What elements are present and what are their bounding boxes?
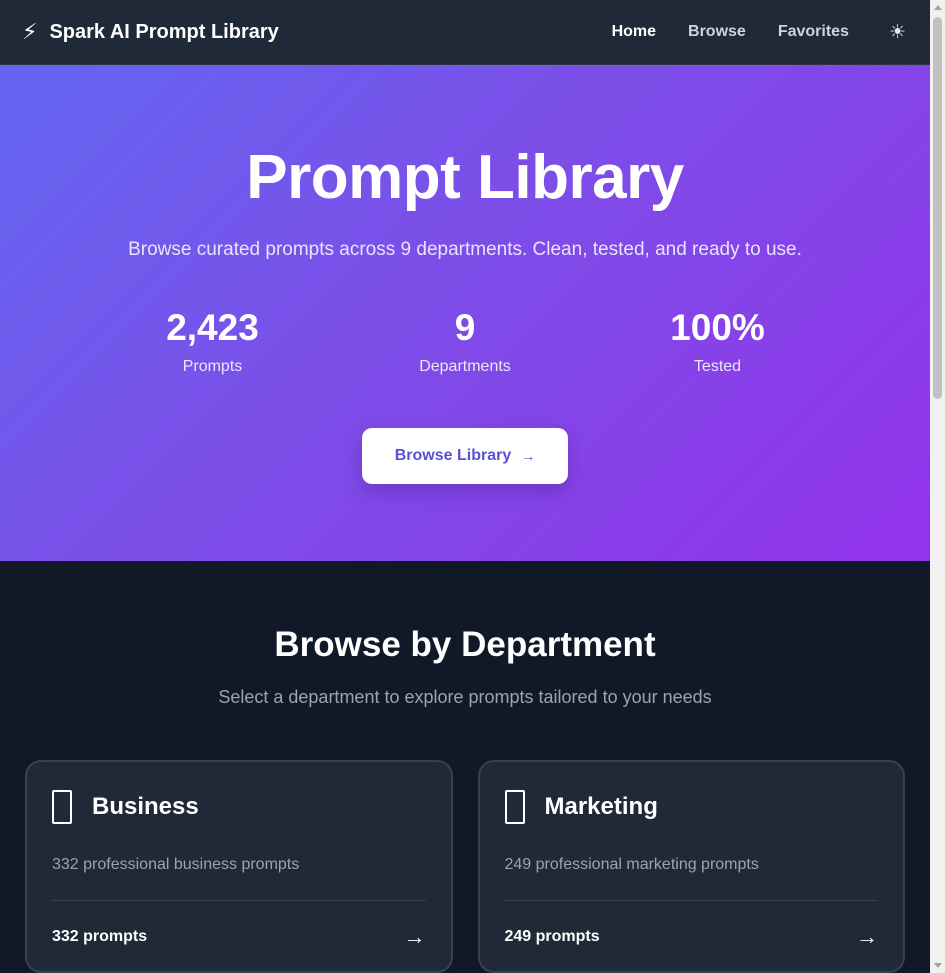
scrollbar-thumb[interactable]	[933, 17, 942, 399]
department-card-marketing[interactable]: Marketing 249 professional marketing pro…	[477, 760, 905, 973]
card-footer: 332 prompts →	[52, 924, 426, 950]
megaphone-icon	[504, 790, 525, 824]
card-title: Business	[92, 793, 199, 820]
hero-section: Prompt Library Browse curated prompts ac…	[0, 65, 930, 561]
card-footer: 249 prompts →	[505, 924, 879, 950]
browse-library-label: Browse Library	[394, 447, 512, 464]
card-description: 332 professional business prompts	[52, 856, 300, 873]
hero-title: Prompt Library	[246, 143, 684, 212]
briefcase-icon	[52, 790, 72, 824]
card-divider	[504, 900, 878, 901]
arrow-right-icon: →	[856, 924, 878, 949]
nav-link-favorites[interactable]: Favorites	[778, 23, 849, 41]
stat-value: 9	[454, 307, 476, 348]
theme-toggle-sun-icon[interactable]: ☀	[889, 23, 906, 42]
scroll-up-icon[interactable]	[934, 5, 942, 10]
stats-row: 2,423 Prompts 9 Departments 100% Tested	[113, 309, 818, 376]
top-nav: ⚡ Spark AI Prompt Library Home Browse Fa…	[0, 0, 930, 65]
arrow-right-icon: →	[403, 924, 426, 949]
departments-subtitle: Select a department to explore prompts t…	[218, 687, 712, 707]
card-header: Business	[52, 790, 426, 824]
stat-label: Tested	[693, 358, 742, 375]
departments-section: Browse by Department Select a department…	[0, 561, 930, 973]
nav-link-browse[interactable]: Browse	[688, 23, 746, 41]
stat-prompts: 2,423 Prompts	[113, 309, 313, 376]
department-card-business[interactable]: Business 332 professional business promp…	[25, 760, 453, 973]
card-count: 332 prompts	[52, 928, 148, 945]
card-description: 249 professional marketing prompts	[504, 856, 759, 873]
arrow-right-icon: →	[521, 448, 536, 464]
scroll-down-icon[interactable]	[934, 963, 942, 968]
page: ⚡ Spark AI Prompt Library Home Browse Fa…	[0, 0, 930, 973]
card-divider	[52, 900, 426, 901]
brand-title: Spark AI Prompt Library	[49, 20, 279, 43]
nav-links: Home Browse Favorites ☀	[580, 23, 906, 42]
lightning-icon: ⚡	[22, 19, 38, 44]
vertical-scrollbar[interactable]	[930, 0, 945, 973]
hero-subtitle: Browse curated prompts across 9 departme…	[128, 239, 802, 260]
stat-label: Prompts	[182, 358, 243, 375]
departments-title: Browse by Department	[274, 625, 656, 664]
brand[interactable]: ⚡ Spark AI Prompt Library	[22, 21, 279, 44]
card-title: Marketing	[544, 793, 658, 820]
stat-tested: 100% Tested	[618, 309, 818, 376]
card-count: 249 prompts	[504, 928, 600, 945]
stat-departments: 9 Departments	[365, 309, 565, 376]
stat-label: Departments	[419, 358, 511, 375]
browse-library-button[interactable]: Browse Library →	[362, 428, 568, 484]
stat-value: 100%	[670, 307, 765, 348]
card-header: Marketing	[504, 790, 879, 824]
stat-value: 2,423	[166, 307, 259, 348]
nav-link-home[interactable]: Home	[612, 23, 656, 41]
department-cards: Business 332 professional business promp…	[0, 760, 930, 973]
